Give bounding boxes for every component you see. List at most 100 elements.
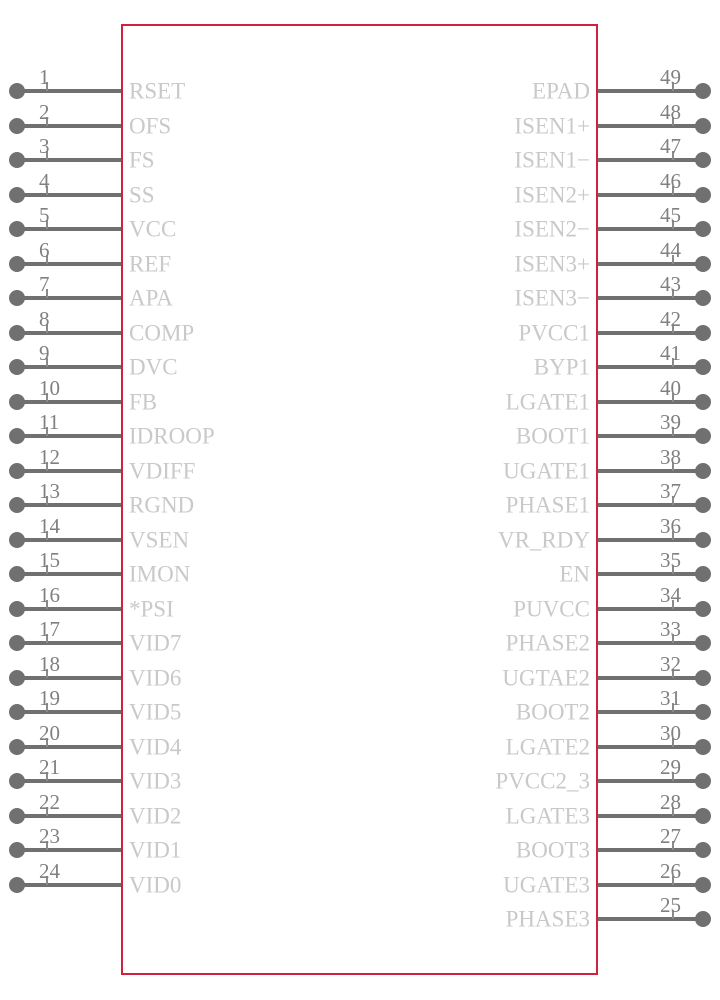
pin-number: 15 xyxy=(39,548,60,572)
pin-terminal-dot[interactable] xyxy=(9,807,25,824)
pin-terminal-dot[interactable] xyxy=(695,255,711,272)
pin-terminal-dot[interactable] xyxy=(9,635,25,651)
pin-terminal-dot[interactable] xyxy=(9,462,25,479)
pin-line xyxy=(17,296,121,300)
pin-number: 39 xyxy=(660,410,681,434)
pin-terminal-dot[interactable] xyxy=(9,566,25,582)
pin-terminal-dot[interactable] xyxy=(695,428,711,444)
pin-terminal-dot[interactable] xyxy=(9,359,25,375)
pin-number: 29 xyxy=(660,755,681,779)
pin-number: 36 xyxy=(660,513,681,538)
pin-number: 46 xyxy=(660,168,681,193)
pin-label-PHASE1: PHASE1 xyxy=(505,492,590,518)
pin-terminal-dot[interactable] xyxy=(9,324,25,341)
pin-label-VDIFF: VDIFF xyxy=(129,458,196,483)
pin-label-LGATE3: LGATE3 xyxy=(505,803,590,828)
pin-terminal-dot[interactable] xyxy=(695,221,711,237)
pin-number: 16 xyxy=(39,582,60,607)
pin-terminal-dot[interactable] xyxy=(9,117,25,134)
pin-number: 47 xyxy=(660,134,681,158)
pin-line xyxy=(17,158,121,162)
pin-number: 13 xyxy=(39,479,60,503)
pin-label-FS: FS xyxy=(129,147,155,173)
pin-terminal-dot[interactable] xyxy=(9,186,25,203)
pin-terminal-dot[interactable] xyxy=(695,842,711,858)
pin-number: 48 xyxy=(660,99,681,124)
pin-line xyxy=(17,606,121,611)
pin-number: 33 xyxy=(660,617,681,641)
pin-terminal-dot[interactable] xyxy=(695,152,711,168)
pin-line xyxy=(598,848,703,852)
pin-label-ISEN1: ISEN1+ xyxy=(514,113,590,138)
pin-terminal-dot[interactable] xyxy=(695,600,711,617)
pin-label-EN: EN xyxy=(559,561,590,587)
pin-terminal-dot[interactable] xyxy=(695,117,711,134)
pin-terminal-dot[interactable] xyxy=(695,566,711,582)
pin-line xyxy=(17,710,121,714)
pin-line xyxy=(17,572,121,576)
pin-label-VID0: VID0 xyxy=(129,872,182,897)
pin-terminal-dot[interactable] xyxy=(9,669,25,686)
pin-label-EPAD: EPAD xyxy=(532,78,590,104)
pin-terminal-dot[interactable] xyxy=(9,152,25,168)
pin-terminal-dot[interactable] xyxy=(695,704,711,720)
pin-line xyxy=(598,641,703,645)
pin-terminal-dot[interactable] xyxy=(9,497,25,513)
pin-terminal-dot[interactable] xyxy=(9,876,25,893)
pin-number: 14 xyxy=(39,513,60,538)
pin-terminal-dot[interactable] xyxy=(695,462,711,479)
pin-terminal-dot[interactable] xyxy=(9,704,25,720)
pin-line xyxy=(17,779,121,783)
pin-terminal-dot[interactable] xyxy=(9,221,25,237)
pin-terminal-dot[interactable] xyxy=(9,738,25,755)
pin-line xyxy=(17,399,121,404)
pin-terminal-dot[interactable] xyxy=(695,393,711,410)
pin-terminal-dot[interactable] xyxy=(695,497,711,513)
pin-terminal-dot[interactable] xyxy=(695,911,711,927)
pin-terminal-dot[interactable] xyxy=(9,255,25,272)
pin-line xyxy=(598,710,703,714)
pin-label-VID2: VID2 xyxy=(129,803,182,828)
pin-number: 1 xyxy=(39,65,50,89)
pin-terminal-dot[interactable] xyxy=(695,876,711,893)
pin-label-DVC: DVC xyxy=(129,354,178,380)
pin-terminal-dot[interactable] xyxy=(9,600,25,617)
pin-label-VR_RDY: VR_RDY xyxy=(497,527,590,552)
pin-line xyxy=(598,399,703,404)
pin-terminal-dot[interactable] xyxy=(695,186,711,203)
pin-line xyxy=(598,572,703,576)
pin-line xyxy=(598,537,703,542)
pin-terminal-dot[interactable] xyxy=(695,359,711,375)
pin-number: 2 xyxy=(39,99,50,124)
pin-terminal-dot[interactable] xyxy=(695,635,711,651)
pin-line xyxy=(598,813,703,818)
pin-terminal-dot[interactable] xyxy=(695,738,711,755)
pin-terminal-dot[interactable] xyxy=(9,773,25,789)
ic-pinout-symbol: 1 RSET 2 OFS 3 FS 4 SS 5 VCC 6 REF 7 APA 8 COMP 9 DVC 10 FB… xyxy=(0,0,720,1000)
pin-line xyxy=(17,192,121,197)
pin-terminal-dot[interactable] xyxy=(9,83,25,99)
pin-terminal-dot[interactable] xyxy=(695,807,711,824)
pin-line xyxy=(17,848,121,852)
pin-terminal-dot[interactable] xyxy=(695,669,711,686)
pin-line xyxy=(598,227,703,231)
pin-terminal-dot[interactable] xyxy=(695,531,711,548)
pin-line xyxy=(598,779,703,783)
pin-number: 40 xyxy=(660,375,681,400)
pin-number: 21 xyxy=(39,755,60,779)
pin-line xyxy=(598,123,703,128)
pin-terminal-dot[interactable] xyxy=(9,842,25,858)
pin-terminal-dot[interactable] xyxy=(9,531,25,548)
pin-terminal-dot[interactable] xyxy=(695,773,711,789)
pin-line xyxy=(598,330,703,335)
pin-terminal-dot[interactable] xyxy=(695,83,711,99)
pin-terminal-dot[interactable] xyxy=(695,324,711,341)
pin-terminal-dot[interactable] xyxy=(9,428,25,444)
pin-terminal-dot[interactable] xyxy=(9,290,25,306)
pin-terminal-dot[interactable] xyxy=(9,393,25,410)
pin-number: 11 xyxy=(39,410,60,434)
pin-terminal-dot[interactable] xyxy=(695,290,711,306)
pin-label-IMON: IMON xyxy=(129,561,191,587)
pin-label-REF: REF xyxy=(129,251,172,276)
pin-number: 26 xyxy=(660,858,681,883)
